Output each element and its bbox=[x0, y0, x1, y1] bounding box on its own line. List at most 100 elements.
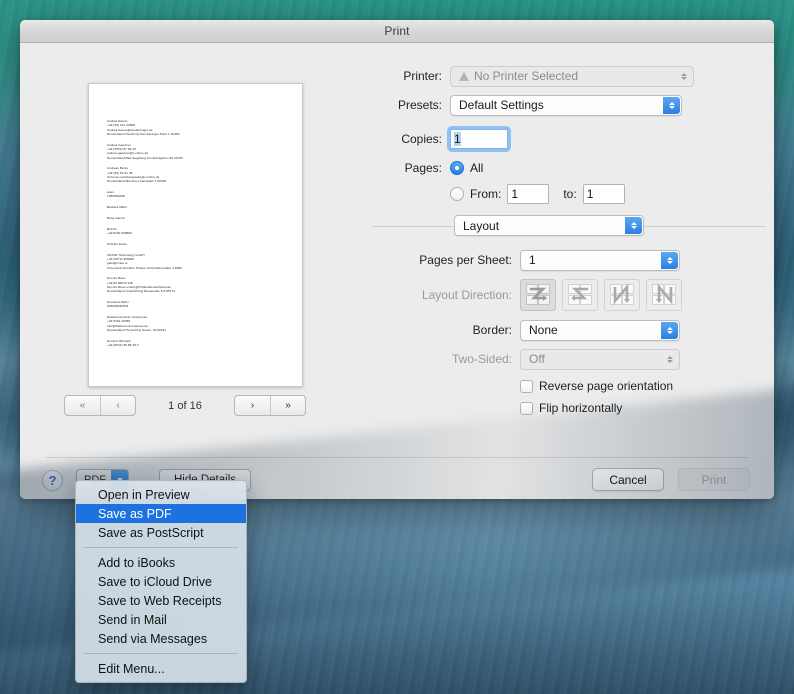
stepper-arrows-icon bbox=[663, 96, 680, 114]
pages-range-row: From: 1 to: 1 bbox=[350, 183, 774, 205]
stepper-arrows-icon bbox=[661, 321, 678, 339]
menu-separator bbox=[84, 547, 238, 548]
pdf-dropdown-menu: Open in Preview Save as PDF Save as PostSc… bbox=[75, 480, 247, 683]
pages-all-radio[interactable] bbox=[450, 161, 464, 175]
pane-separator: Layout bbox=[350, 215, 774, 237]
flip-horizontally-checkbox[interactable] bbox=[520, 401, 533, 415]
document-contact-block: Betty Garcia bbox=[107, 216, 302, 220]
dialog-titlebar: Print bbox=[20, 20, 774, 43]
dialog-title: Print bbox=[384, 24, 410, 38]
print-dialog: Print Andrea Deters +49 (40) 347-20800 And… bbox=[20, 20, 774, 499]
document-text-line: 1380802008 bbox=[107, 194, 125, 199]
border-value: None bbox=[529, 323, 558, 337]
settings-column: Printer: No Printer Selected Presets: De… bbox=[350, 65, 774, 424]
printer-value: No Printer Selected bbox=[474, 69, 579, 83]
menu-item-open-in-preview[interactable]: Open in Preview bbox=[76, 485, 246, 504]
copies-value: 1 bbox=[454, 132, 461, 146]
document-contact-block: Deutsche Bahn 018050946503 bbox=[107, 300, 302, 309]
reverse-page-orientation-checkbox[interactable] bbox=[520, 379, 533, 393]
warning-triangle-icon bbox=[459, 71, 469, 81]
previous-page-button[interactable]: ‹ bbox=[100, 396, 135, 415]
menu-item-add-to-ibooks[interactable]: Add to iBooks bbox=[76, 553, 246, 572]
two-sided-row: Two-Sided: Off bbox=[350, 348, 774, 370]
last-page-button[interactable]: » bbox=[270, 396, 305, 415]
document-text-line: +49 (8031) 55 58 48 0 bbox=[107, 343, 139, 348]
presets-label: Presets: bbox=[397, 98, 442, 112]
desktop-wallpaper: Print Andrea Deters +49 (40) 347-20800 And… bbox=[0, 0, 794, 694]
cancel-button[interactable]: Cancel bbox=[592, 468, 664, 491]
document-text-line: Charles Davis bbox=[107, 241, 127, 246]
document-text-line: +49 8152 998860 bbox=[107, 231, 132, 236]
pages-per-sheet-label: Pages per Sheet: bbox=[419, 253, 512, 267]
reverse-orientation-row: Reverse page orientation bbox=[350, 377, 774, 395]
page-count-label: 1 of 16 bbox=[168, 399, 202, 412]
border-select[interactable]: None bbox=[520, 319, 680, 341]
menu-item-save-as-pdf[interactable]: Save as PDF bbox=[76, 504, 246, 523]
document-contact-block: Dennis Breer +49 89 96010 130 Dennis.Breer… bbox=[107, 276, 302, 293]
print-button[interactable]: Print bbox=[678, 468, 750, 491]
help-button[interactable]: ? bbox=[42, 470, 63, 491]
pages-to-value: 1 bbox=[586, 187, 594, 201]
pages-per-sheet-value: 1 bbox=[529, 253, 536, 267]
menu-item-send-in-mail[interactable]: Send in Mail bbox=[76, 610, 246, 629]
document-contact-block: Diabeteszentrum Ammersee +49 8152 29286 in… bbox=[107, 315, 302, 332]
document-text-line: Betty Garcia bbox=[107, 215, 125, 220]
document-text-line: Deutschland Bad Segeberg Am Apfelgarten … bbox=[107, 155, 183, 160]
document-text-line: Deutschland Hamburg Axel-Springer-Platz … bbox=[107, 131, 180, 136]
layout-direction-s-icon[interactable] bbox=[562, 279, 598, 311]
pane-selector[interactable]: Layout bbox=[454, 215, 644, 236]
menu-item-send-via-messages[interactable]: Send via Messages bbox=[76, 629, 246, 648]
presets-value: Default Settings bbox=[459, 98, 544, 112]
page-nav-forward-group: › » bbox=[234, 395, 306, 416]
stepper-arrows-icon bbox=[661, 251, 678, 269]
menu-item-save-as-postscript[interactable]: Save as PostScript bbox=[76, 523, 246, 542]
document-contact-block: Andrea Gaertner +49 (4551) 87 96 43 andrea… bbox=[107, 143, 302, 160]
flip-horizontally-row: Flip horizontally bbox=[350, 399, 774, 417]
pages-to-label: to: bbox=[563, 187, 577, 201]
page-nav-back-group: « ‹ bbox=[64, 395, 136, 416]
document-text-line: Österreich Dornbirn Hintere Achmühlerstr… bbox=[107, 265, 182, 270]
document-text-line: 018050946503 bbox=[107, 304, 129, 309]
document-contact-block: CRATE Technology GmbH +43 (5572) 908060 jo… bbox=[107, 253, 302, 270]
layout-direction-reverse-n-icon[interactable] bbox=[646, 279, 682, 311]
two-sided-select[interactable]: Off bbox=[520, 348, 680, 370]
presets-select[interactable]: Default Settings bbox=[450, 94, 682, 116]
menu-item-save-to-icloud-drive[interactable]: Save to iCloud Drive bbox=[76, 572, 246, 591]
reverse-page-orientation-label: Reverse page orientation bbox=[539, 379, 674, 393]
document-text-line: Barbara Miller bbox=[107, 205, 127, 210]
menu-item-edit-menu[interactable]: Edit Menu... bbox=[76, 659, 246, 678]
pages-all-label: All bbox=[470, 161, 484, 175]
pages-from-input[interactable]: 1 bbox=[507, 184, 550, 204]
menu-item-save-to-web-receipts[interactable]: Save to Web Receipts bbox=[76, 591, 246, 610]
next-page-button[interactable]: › bbox=[235, 396, 270, 415]
border-label: Border: bbox=[472, 323, 512, 337]
copies-label: Copies: bbox=[401, 132, 442, 146]
document-contact-block: Bolt Dr +49 8152 998860 bbox=[107, 227, 302, 236]
document-contact-block: anon 1380802008 bbox=[107, 190, 302, 199]
page-preview: Andrea Deters +49 (40) 347-20800 Andrea.De… bbox=[88, 83, 303, 387]
dialog-body: Andrea Deters +49 (40) 347-20800 Andrea.De… bbox=[20, 43, 774, 499]
document-contact-block: Dominic Bönisch +49 (8031) 55 58 48 0 bbox=[107, 339, 302, 348]
pages-per-sheet-select[interactable]: 1 bbox=[520, 249, 680, 271]
pane-selector-value: Layout bbox=[463, 218, 500, 233]
layout-direction-n-icon[interactable] bbox=[604, 279, 640, 311]
copies-input[interactable]: 1 bbox=[447, 126, 511, 152]
layout-direction-row: Layout Direction: bbox=[350, 278, 774, 312]
first-page-button[interactable]: « bbox=[65, 396, 100, 415]
document-contact-block: Charles Davis bbox=[107, 242, 302, 246]
flip-horizontally-label: Flip horizontally bbox=[539, 401, 623, 415]
pages-to-input[interactable]: 1 bbox=[582, 184, 625, 204]
pages-per-sheet-row: Pages per Sheet: 1 bbox=[350, 249, 774, 271]
printer-select[interactable]: No Printer Selected bbox=[450, 65, 694, 87]
copies-row: Copies: 1 bbox=[350, 126, 774, 152]
layout-direction-label: Layout Direction: bbox=[421, 288, 512, 302]
page-navigation: « ‹ 1 of 16 › » bbox=[20, 395, 350, 416]
document-contact-block: Andrea Deters +49 (40) 347-20800 Andrea.De… bbox=[107, 119, 302, 136]
pages-all-row: Pages: All bbox=[350, 157, 774, 179]
two-sided-value: Off bbox=[529, 352, 545, 366]
layout-direction-z-icon[interactable] bbox=[520, 279, 556, 311]
printer-label: Printer: bbox=[403, 69, 442, 83]
pages-range-radio[interactable] bbox=[450, 187, 464, 201]
pages-from-label: From: bbox=[470, 187, 502, 201]
stepper-arrows-icon bbox=[661, 351, 678, 368]
